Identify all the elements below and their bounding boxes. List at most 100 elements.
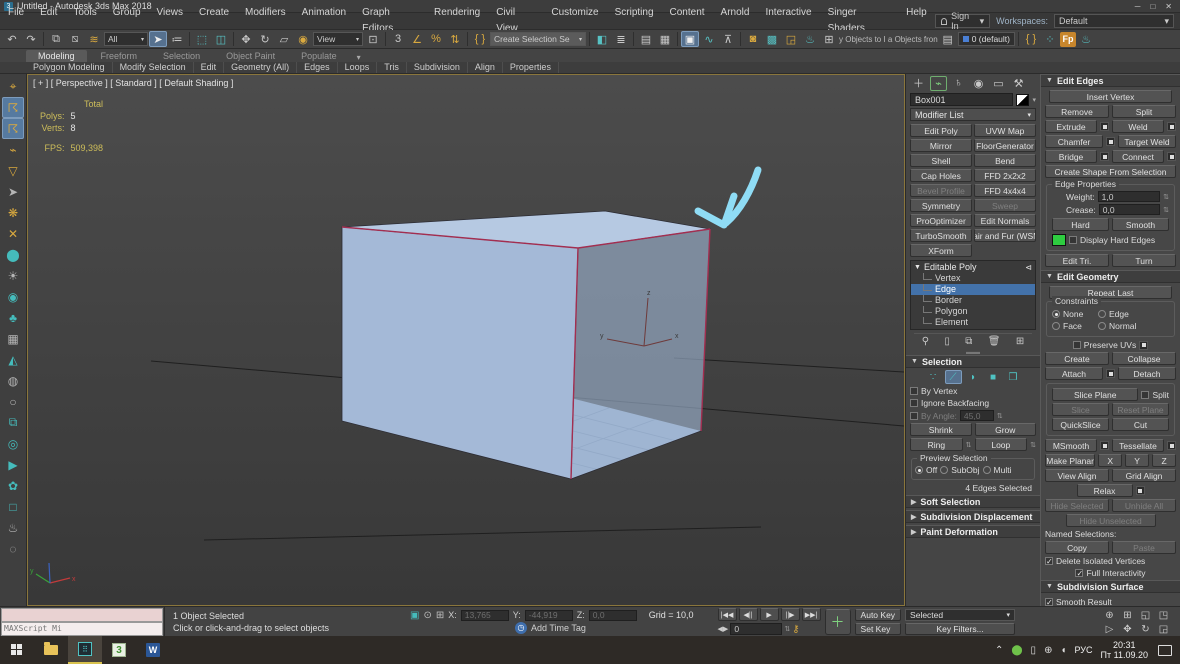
split-checkbox[interactable] [1141, 391, 1149, 399]
polygon-subobject-icon[interactable]: ■ [985, 370, 1002, 384]
play-button[interactable]: ▶ [760, 608, 779, 621]
redo-icon[interactable]: ↷ [22, 31, 40, 47]
isolate-selection-grid-icon[interactable]: ⁘ [1041, 31, 1059, 47]
sun-icon[interactable]: ☀ [2, 265, 24, 286]
display-tab-icon[interactable]: ▭ [990, 76, 1007, 91]
clock[interactable]: 20:31 Пт 11.09.20 [1101, 640, 1148, 660]
unlink-selection-icon[interactable]: ⧅ [66, 31, 84, 47]
loop-button[interactable]: Loop [975, 438, 1028, 451]
modifier-button-xform[interactable]: XForm [910, 244, 972, 257]
box-right-face[interactable] [571, 229, 710, 479]
start-button[interactable] [0, 636, 34, 664]
rollout-selection[interactable]: ▼ Selection [906, 355, 1040, 368]
toggle-set-key-mode-button[interactable]: ＋ [825, 609, 851, 635]
render-iterative-icon[interactable]: ⊞ [820, 31, 838, 47]
selection-filter-dropdown[interactable]: All▾ [104, 32, 148, 46]
shape-icon[interactable]: ◭ [2, 349, 24, 370]
select-and-move-icon[interactable]: ✥ [237, 31, 255, 47]
foliage-icon[interactable]: ♣ [2, 307, 24, 328]
time-tag-icon[interactable]: ◷ [515, 622, 527, 634]
modifier-button-hair-and-fur-wsm[interactable]: Hair and Fur (WSM) [974, 229, 1036, 242]
snowflake-icon[interactable]: ❋ [2, 202, 24, 223]
ribbon-tab-populate[interactable]: Populate [289, 50, 349, 62]
hard-button[interactable]: Hard [1052, 218, 1109, 231]
select-and-scale-icon[interactable]: ▱ [275, 31, 293, 47]
workspace-dropdown[interactable]: Default ▾ [1054, 14, 1174, 28]
collapse-button[interactable]: Collapse [1112, 352, 1176, 365]
weld-settings-icon[interactable] [1167, 122, 1176, 131]
object-name-field[interactable]: Box001 [910, 93, 1013, 106]
maxscript-mini-listener[interactable]: MAXScript Mi [0, 607, 165, 637]
modifier-button-floorgenerator[interactable]: FloorGenerator [974, 139, 1036, 152]
full-interactivity-checkbox[interactable]: ✓ [1075, 569, 1083, 577]
spinner-snap-icon[interactable]: ⇅ [446, 31, 464, 47]
word-taskbar-button[interactable]: W [136, 636, 170, 664]
window-crossing-icon[interactable]: ◫ [212, 31, 230, 47]
spinner-icon[interactable]: ⇅ [784, 625, 790, 633]
unhide-all-button[interactable]: Unhide All [1112, 499, 1176, 512]
create-tab-icon[interactable]: ＋ [910, 76, 927, 91]
auto-key-button[interactable]: Auto Key [855, 609, 902, 621]
object-color-swatch[interactable] [1016, 94, 1029, 106]
planar-x-button[interactable]: X [1098, 454, 1122, 467]
stack-item-edge[interactable]: Edge [911, 284, 1035, 295]
align-icon[interactable]: ≣ [612, 31, 630, 47]
lasso-select-icon[interactable]: ▽ [2, 160, 24, 181]
play-media-icon[interactable]: ▶ [2, 454, 24, 475]
crease-value[interactable]: 0,0 [1099, 204, 1160, 215]
go-to-end-button[interactable]: ▶▶| [802, 608, 821, 621]
edge-subobject-icon[interactable]: ⟋ [945, 370, 962, 384]
by-angle-checkbox[interactable] [910, 412, 918, 420]
toggle-scene-explorer-icon[interactable]: ▤ [637, 31, 655, 47]
extrude-settings-icon[interactable] [1100, 122, 1109, 131]
ribbon-tab-caret-icon[interactable]: ▾ [351, 53, 367, 62]
modifier-button-mirror[interactable]: Mirror [910, 139, 972, 152]
hierarchy-tab-icon[interactable]: ♄ [950, 76, 967, 91]
shrink-button[interactable]: Shrink [910, 423, 972, 436]
attach-settings-icon[interactable] [1106, 369, 1115, 378]
3ds-max-taskbar-button[interactable]: ⠿ [68, 636, 102, 664]
show-end-result-icon[interactable]: ▯ [944, 336, 950, 347]
relax-button[interactable]: Relax [1077, 484, 1133, 497]
rollout-subdivision-displacement[interactable]: ▶Subdivision Displacement [906, 510, 1040, 523]
ribbon-panel-polygon-modeling[interactable]: Polygon Modeling [26, 62, 113, 73]
orbit-icon[interactable]: ↻ [1137, 623, 1154, 636]
use-pivot-point-icon[interactable]: ⊡ [364, 31, 382, 47]
zoom-extents-all-icon[interactable]: ◳ [1155, 609, 1172, 622]
frame-step-icons[interactable]: ◀▶ [718, 625, 729, 633]
ribbon-panel-align[interactable]: Align [468, 62, 503, 73]
pin-stack-icon[interactable]: ⚲ [922, 336, 929, 347]
tray-chevron-icon[interactable]: ⌃ [995, 645, 1003, 656]
teapot-render-icon[interactable]: ♨ [1077, 31, 1095, 47]
xy-constraint-icon[interactable]: ✕ [2, 223, 24, 244]
grid-object-icon[interactable]: ▦ [2, 328, 24, 349]
msmooth-button[interactable]: MSmooth [1045, 439, 1097, 452]
ignore-backfacing-checkbox[interactable] [910, 399, 918, 407]
layers-icon[interactable]: ⧉ [2, 412, 24, 433]
spinner-icon[interactable]: ⇅ [1163, 206, 1169, 214]
maxscript-label[interactable]: MAXScript Mi [1, 622, 163, 636]
undo-icon[interactable]: ↶ [3, 31, 21, 47]
previous-frame-button[interactable]: ◀|| [739, 608, 758, 621]
select-and-rotate-icon[interactable]: ↻ [256, 31, 274, 47]
render-production-icon[interactable]: ♨ [801, 31, 819, 47]
hide-unselected-button[interactable]: Hide Unselected [1066, 514, 1156, 527]
smooth-result-checkbox[interactable]: ✓ [1045, 598, 1053, 606]
preview-subobj-radio[interactable] [940, 466, 948, 474]
spinner-icon[interactable]: ⇅ [1030, 441, 1036, 449]
stack-root-editable-poly[interactable]: ▼ Editable Poly ⊲ [911, 261, 1035, 273]
select-by-name-icon[interactable]: ≔ [168, 31, 186, 47]
perspective-viewport[interactable]: z y x x y [ + ] [ Perspective ] [ Standa… [27, 74, 905, 606]
remove-button[interactable]: Remove [1045, 105, 1109, 118]
motion-tab-icon[interactable]: ◉ [970, 76, 987, 91]
split-button[interactable]: Split [1112, 105, 1176, 118]
z-coordinate-field[interactable]: 0,0 [589, 610, 637, 621]
paste-button[interactable]: Paste [1112, 541, 1176, 554]
snaps-toggle-icon[interactable]: 3 [389, 31, 407, 47]
pan-icon[interactable]: ✥ [1119, 623, 1136, 636]
language-indicator[interactable]: РУС [1075, 645, 1093, 655]
ribbon-panel-edges[interactable]: Edges [297, 62, 338, 73]
edit-named-selections-icon[interactable]: { } [471, 31, 489, 47]
isolate-selection-toggle-icon[interactable]: ▣ [410, 610, 419, 621]
modifier-button-symmetry[interactable]: Symmetry [910, 199, 972, 212]
